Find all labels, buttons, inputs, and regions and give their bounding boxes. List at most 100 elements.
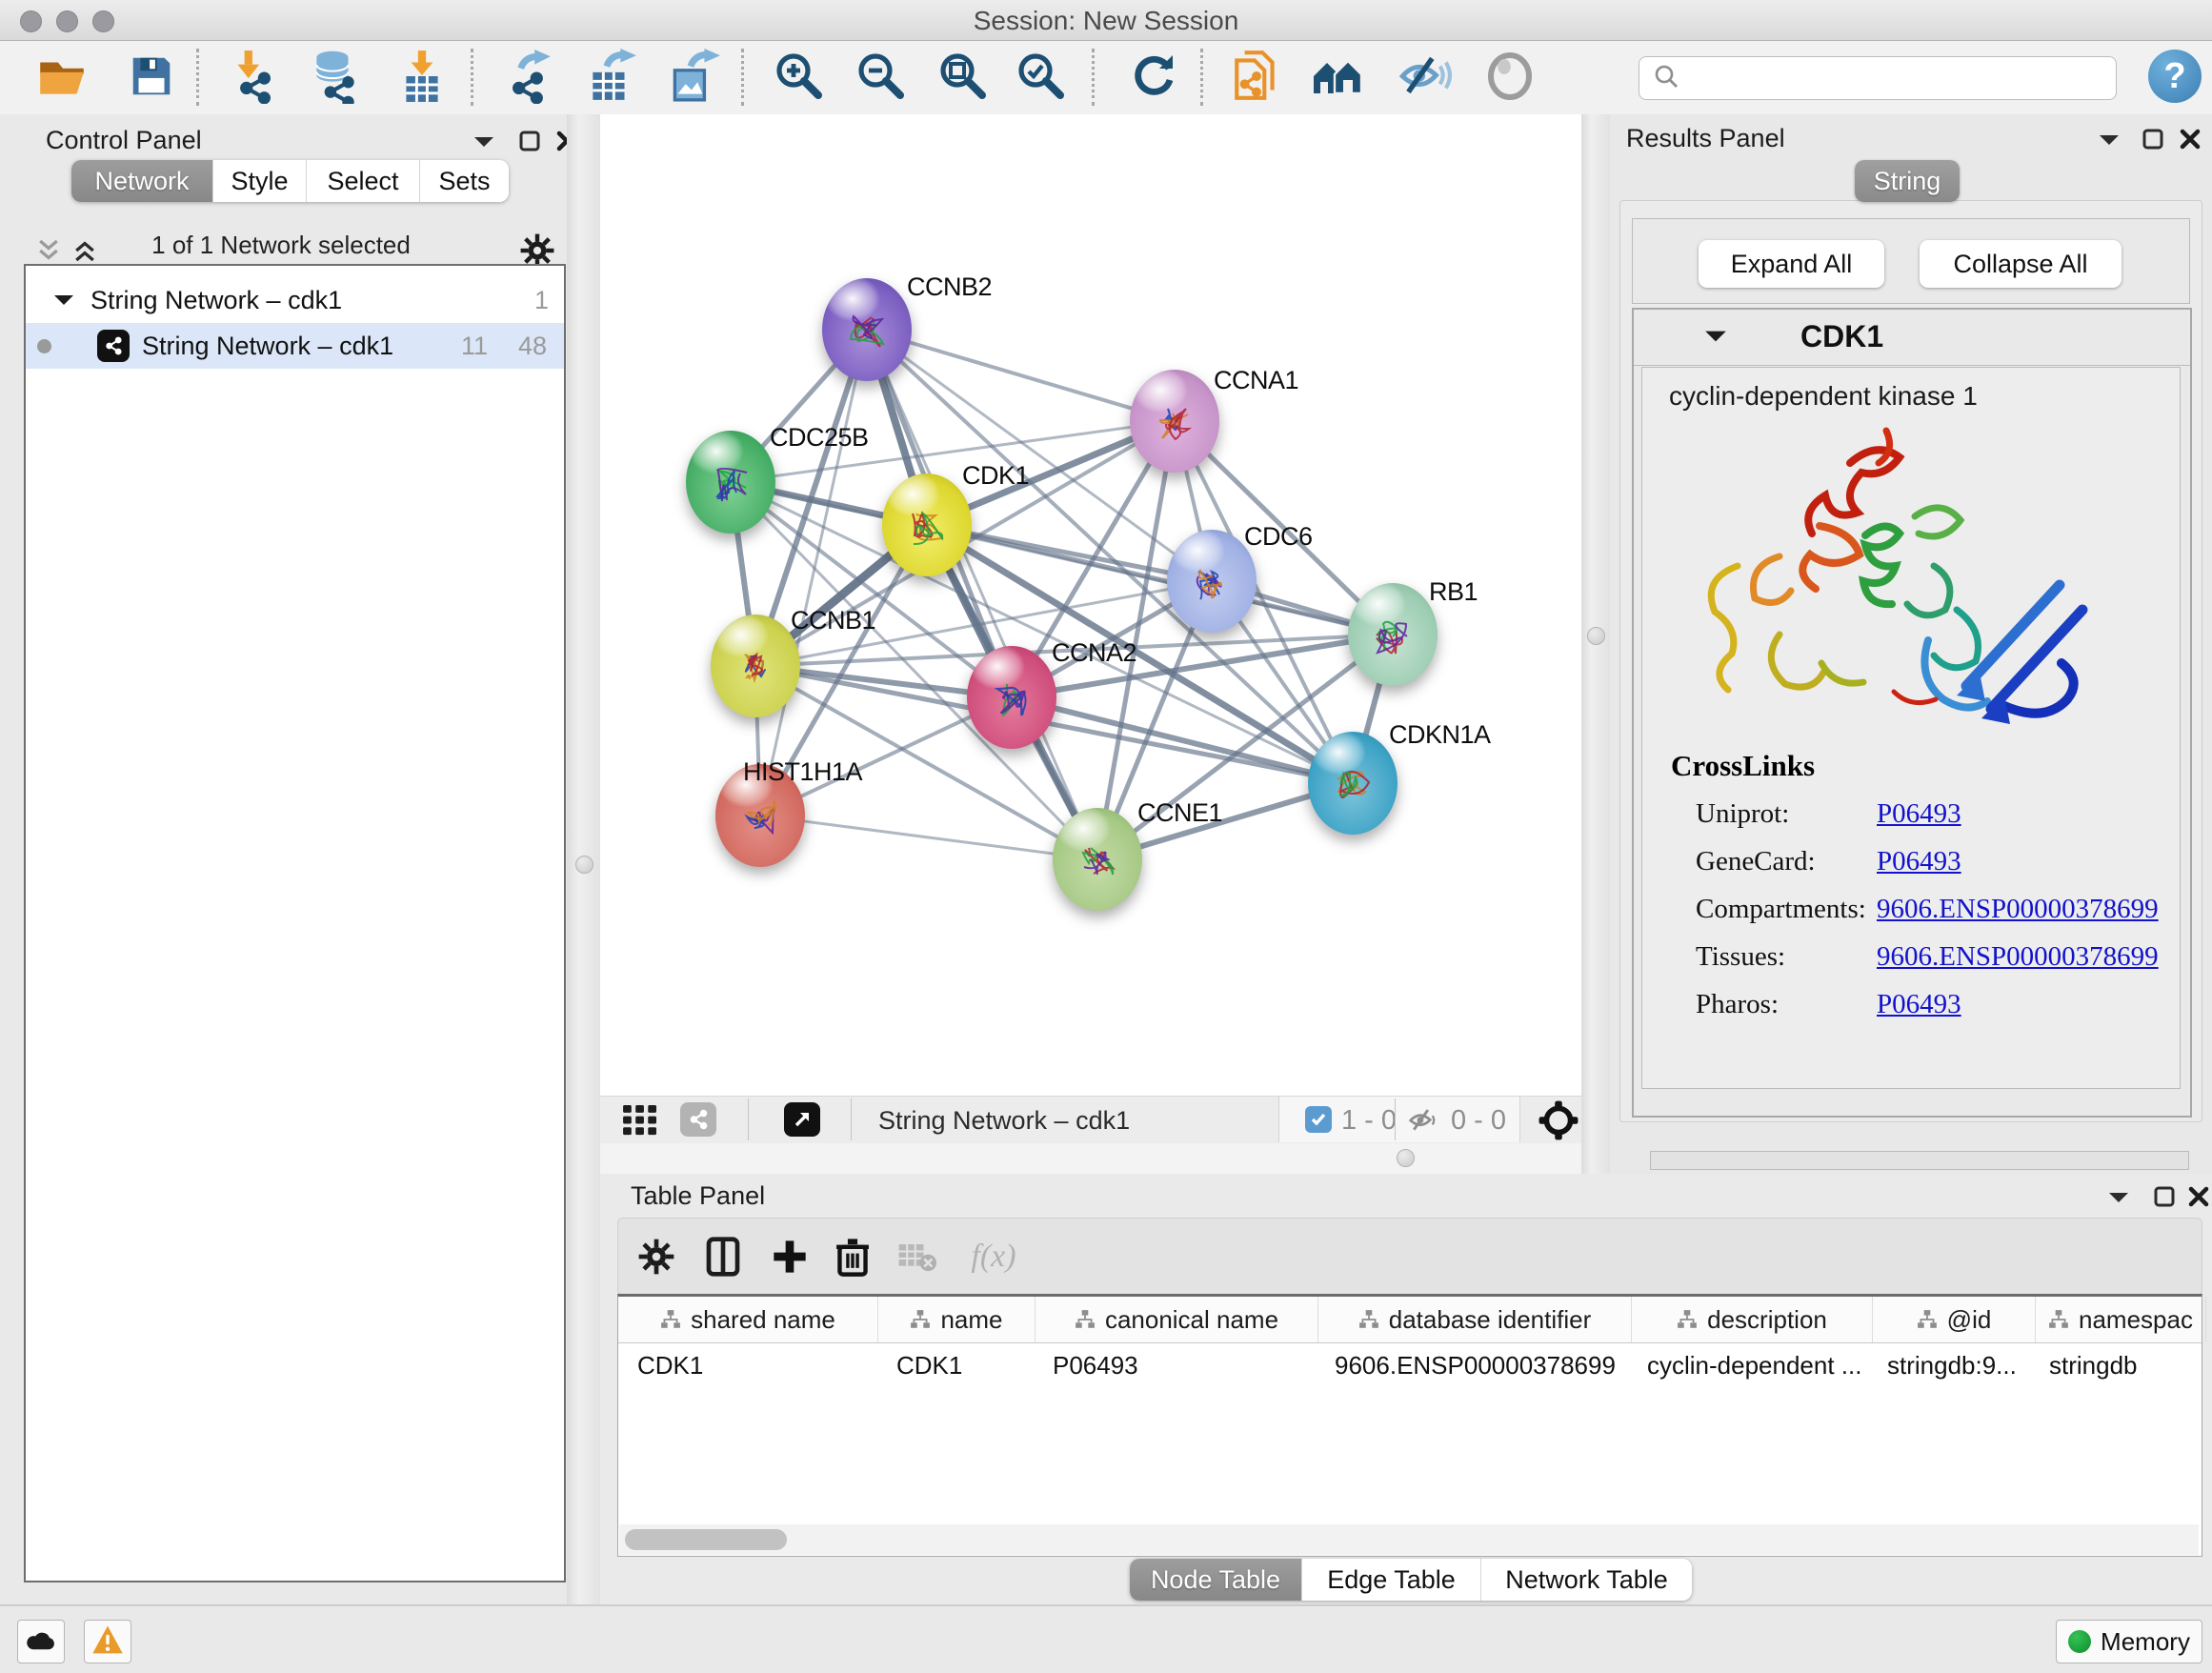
network-node[interactable] [1130, 370, 1219, 473]
cloud-status-button[interactable] [17, 1620, 65, 1663]
network-node[interactable] [967, 646, 1056, 749]
import-network-database-button[interactable] [305, 49, 364, 108]
collection-expander-icon[interactable] [52, 292, 75, 312]
import-string-network-button[interactable] [1227, 49, 1286, 108]
import-network-file-button[interactable] [225, 49, 284, 108]
save-session-button[interactable] [122, 49, 181, 108]
show-columns-icon[interactable] [700, 1234, 746, 1280]
zoom-out-button[interactable] [852, 49, 911, 108]
crosslink-link[interactable]: P06493 [1877, 989, 1961, 1020]
column-header[interactable]: database identifier [1318, 1297, 1632, 1342]
table-options-gear-icon[interactable] [633, 1234, 679, 1280]
add-column-icon[interactable] [767, 1234, 813, 1280]
network-node[interactable] [1348, 583, 1438, 686]
cell-database-identifier[interactable]: 9606.ENSP00000378699 [1316, 1343, 1628, 1387]
cell-namespace[interactable]: stringdb [2030, 1343, 2200, 1387]
network-node[interactable] [1167, 530, 1257, 633]
crosslink-link[interactable]: P06493 [1877, 846, 1961, 877]
close-panel-icon[interactable] [2179, 128, 2202, 155]
cell-shared-name[interactable]: CDK1 [618, 1343, 877, 1387]
network-canvas[interactable]: CCNB2CCNA1CDC25BCDK1CDC6RB1CCNB1CCNA2CDK… [600, 114, 1581, 1096]
refresh-view-button[interactable] [1124, 49, 1183, 108]
left-splitter[interactable] [567, 114, 600, 1604]
zoom-fit-button[interactable] [934, 49, 993, 108]
crosshair-move-icon[interactable] [1538, 1099, 1579, 1146]
float-panel-icon[interactable] [2153, 1185, 2176, 1213]
cell-description[interactable]: cyclin-dependent ... [1628, 1343, 1868, 1387]
birdseye-network-icon[interactable] [680, 1102, 716, 1137]
hidden-eye-slash-icon[interactable] [1407, 1106, 1439, 1139]
network-node[interactable] [686, 431, 775, 534]
network-node[interactable] [1308, 732, 1398, 835]
column-header[interactable]: shared name [618, 1297, 878, 1342]
network-row-selected[interactable]: String Network – cdk1 11 48 [26, 323, 564, 369]
column-header[interactable]: canonical name [1036, 1297, 1318, 1342]
column-header[interactable]: namespac [2036, 1297, 2206, 1342]
section-expander-icon[interactable] [1703, 329, 1728, 349]
collapse-all-button[interactable]: Collapse All [1920, 240, 2122, 288]
scrollbar-thumb[interactable] [625, 1529, 787, 1550]
gene-section-header[interactable]: CDK1 [1634, 310, 2190, 366]
panel-menu-icon[interactable] [2107, 1191, 2130, 1209]
right-splitter-handle[interactable] [1587, 627, 1605, 645]
hide-panels-button[interactable] [1395, 49, 1454, 108]
export-network-button[interactable] [499, 49, 558, 108]
network-collection-row[interactable]: String Network – cdk1 1 [26, 277, 564, 323]
column-header[interactable]: name [878, 1297, 1036, 1342]
tab-style[interactable]: Style [212, 160, 306, 202]
network-node[interactable] [1053, 808, 1142, 911]
network-edge[interactable] [760, 816, 1097, 859]
crosslink-link[interactable]: P06493 [1877, 798, 1961, 830]
horizontal-splitter-handle[interactable] [1397, 1149, 1415, 1167]
table-row[interactable]: CDK1 CDK1 P06493 9606.ENSP00000378699 cy… [618, 1343, 2202, 1387]
network-edge[interactable] [867, 330, 1097, 859]
selected-checkbox-icon[interactable] [1305, 1106, 1332, 1133]
float-panel-icon[interactable] [2142, 128, 2164, 155]
crosslink-link[interactable]: 9606.ENSP00000378699 [1877, 941, 2159, 973]
help-button[interactable]: ? [2145, 47, 2204, 106]
network-edge[interactable] [867, 330, 1175, 421]
detach-view-icon[interactable] [784, 1102, 820, 1137]
zoom-selected-button[interactable] [1012, 49, 1071, 108]
results-scrollbar-track[interactable] [1650, 1151, 2189, 1170]
delete-column-icon[interactable] [830, 1234, 875, 1280]
table-horizontal-scrollbar[interactable] [619, 1524, 2199, 1555]
tab-sets[interactable]: Sets [419, 160, 509, 202]
warnings-button[interactable] [84, 1620, 131, 1663]
float-panel-icon[interactable] [518, 130, 541, 157]
horizontal-splitter[interactable] [600, 1143, 1581, 1174]
show-view-button[interactable] [1480, 49, 1539, 108]
network-node[interactable] [711, 615, 800, 717]
save-icon [126, 50, 177, 107]
cell-name[interactable]: CDK1 [877, 1343, 1034, 1387]
right-splitter[interactable] [1581, 114, 1610, 1174]
memory-button[interactable]: Memory [2056, 1620, 2202, 1663]
open-session-button[interactable] [32, 49, 91, 108]
expand-all-button[interactable]: Expand All [1699, 240, 1884, 288]
search-input[interactable] [1689, 59, 2116, 97]
panel-menu-icon[interactable] [2098, 133, 2121, 151]
cell-canonical-name[interactable]: P06493 [1034, 1343, 1316, 1387]
network-node[interactable] [822, 278, 912, 381]
tab-string[interactable]: String [1855, 160, 1960, 202]
grid-view-icon[interactable] [623, 1105, 659, 1140]
network-node[interactable] [882, 474, 972, 576]
zoom-in-button[interactable] [770, 49, 829, 108]
home-networks-button[interactable] [1309, 49, 1368, 108]
column-header[interactable]: description [1632, 1297, 1873, 1342]
crosslink-row: GeneCard: P06493 [1671, 846, 1815, 878]
export-table-button[interactable] [581, 49, 640, 108]
tab-edge-table[interactable]: Edge Table [1301, 1559, 1480, 1601]
left-splitter-handle[interactable] [575, 856, 593, 874]
export-image-button[interactable] [663, 49, 722, 108]
tab-select[interactable]: Select [306, 160, 419, 202]
column-header[interactable]: @id [1873, 1297, 2036, 1342]
cell-id[interactable]: stringdb:9... [1868, 1343, 2030, 1387]
crosslink-link[interactable]: 9606.ENSP00000378699 [1877, 894, 2159, 925]
tab-node-table[interactable]: Node Table [1130, 1559, 1301, 1601]
import-table-button[interactable] [392, 49, 452, 108]
tab-network-table[interactable]: Network Table [1480, 1559, 1692, 1601]
panel-menu-icon[interactable] [473, 135, 495, 153]
close-panel-icon[interactable] [2187, 1185, 2210, 1213]
tab-network[interactable]: Network [71, 160, 212, 202]
